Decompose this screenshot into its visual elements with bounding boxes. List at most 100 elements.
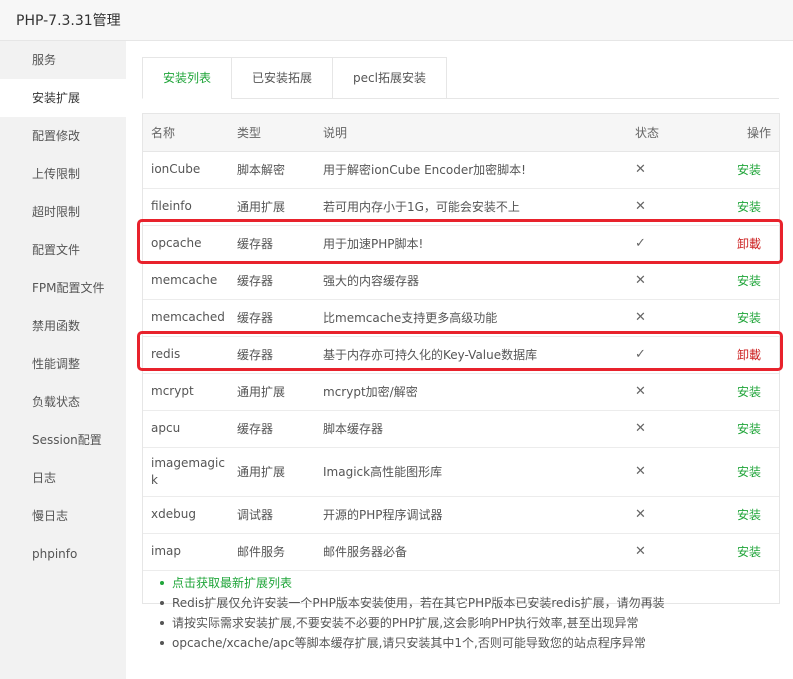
not-installed-icon: ✕ xyxy=(635,496,715,534)
ext-name: ionCube xyxy=(143,151,229,189)
notes-list: 点击获取最新扩展列表 Redis扩展仅允许安装一个PHP版本安装使用，若在其它P… xyxy=(160,573,780,653)
ext-desc: 开源的PHP程序调试器 xyxy=(315,496,635,534)
not-installed-icon: ✕ xyxy=(635,447,715,497)
ext-type: 缓存器 xyxy=(229,262,315,300)
install-button[interactable]: 安装 xyxy=(737,200,761,214)
ext-name: redis xyxy=(143,336,229,374)
sidebar-item-disabled-functions[interactable]: 禁用函数 xyxy=(0,307,126,345)
ext-desc: 邮件服务器必备 xyxy=(315,533,635,571)
not-installed-icon: ✕ xyxy=(635,533,715,571)
table-row: fileinfo 通用扩展 若可用内存小于1G，可能会安装不上 ✕ 安装 xyxy=(143,188,779,226)
uninstall-button[interactable]: 卸載 xyxy=(737,348,761,362)
ext-type: 缓存器 xyxy=(229,410,315,448)
sidebar-item-load-status[interactable]: 负载状态 xyxy=(0,383,126,421)
ext-type: 邮件服务 xyxy=(229,533,315,571)
ext-desc: 若可用内存小于1G，可能会安装不上 xyxy=(315,188,635,226)
install-button[interactable]: 安装 xyxy=(737,274,761,288)
ext-name: memcache xyxy=(143,262,229,300)
install-button[interactable]: 安装 xyxy=(737,545,761,559)
ext-desc: mcrypt加密/解密 xyxy=(315,373,635,411)
table-row: imap 邮件服务 邮件服务器必备 ✕ 安装 xyxy=(143,533,779,571)
extension-table: 名称 类型 说明 状态 操作 ionCube 脚本解密 用于解密ionCube … xyxy=(143,114,779,571)
sidebar: 服务 安装扩展 配置修改 上传限制 超时限制 配置文件 FPM配置文件 禁用函数… xyxy=(0,41,126,679)
ext-desc: 脚本缓存器 xyxy=(315,410,635,448)
install-button[interactable]: 安装 xyxy=(737,508,761,522)
install-button[interactable]: 安装 xyxy=(737,385,761,399)
note-item: 请按实际需求安装扩展,不要安装不必要的PHP扩展,这会影响PHP执行效率,甚至出… xyxy=(160,613,780,633)
sidebar-item-config-edit[interactable]: 配置修改 xyxy=(0,117,126,155)
ext-name: opcache xyxy=(143,225,229,263)
sidebar-item-service[interactable]: 服务 xyxy=(0,41,126,79)
install-button[interactable]: 安装 xyxy=(737,163,761,177)
install-button[interactable]: 安装 xyxy=(737,422,761,436)
table-row: mcrypt 通用扩展 mcrypt加密/解密 ✕ 安装 xyxy=(143,373,779,411)
tab-bar: 安装列表 已安装拓展 pecl拓展安装 xyxy=(142,57,447,99)
uninstall-button[interactable]: 卸載 xyxy=(737,237,761,251)
tab-installed-extensions[interactable]: 已安装拓展 xyxy=(231,57,333,99)
ext-desc: 比memcache支持更多高级功能 xyxy=(315,299,635,337)
install-button[interactable]: 安装 xyxy=(737,311,761,325)
ext-type: 缓存器 xyxy=(229,225,315,263)
installed-check-icon: ✓ xyxy=(635,225,715,263)
ext-desc: 用于解密ionCube Encoder加密脚本! xyxy=(315,151,635,189)
tab-pecl-install[interactable]: pecl拓展安装 xyxy=(332,57,447,99)
header-desc: 说明 xyxy=(315,114,635,152)
ext-type: 调试器 xyxy=(229,496,315,534)
ext-type: 通用扩展 xyxy=(229,373,315,411)
ext-type: 脚本解密 xyxy=(229,151,315,189)
table-row: redis 缓存器 基于内存亦可持久化的Key-Value数据库 ✓ 卸載 xyxy=(143,336,779,374)
ext-desc: 强大的内容缓存器 xyxy=(315,262,635,300)
ext-name: imap xyxy=(143,533,229,571)
sidebar-item-slow-log[interactable]: 慢日志 xyxy=(0,497,126,535)
header-type: 类型 xyxy=(229,114,315,152)
ext-desc: 基于内存亦可持久化的Key-Value数据库 xyxy=(315,336,635,374)
table-row: memcache 缓存器 强大的内容缓存器 ✕ 安装 xyxy=(143,262,779,300)
extension-table-container[interactable]: 名称 类型 说明 状态 操作 ionCube 脚本解密 用于解密ionCube … xyxy=(142,113,780,604)
ext-name: xdebug xyxy=(143,496,229,534)
title-bar: PHP-7.3.31管理 xyxy=(0,0,793,41)
header-op: 操作 xyxy=(715,114,779,152)
not-installed-icon: ✕ xyxy=(635,373,715,411)
tab-install-list[interactable]: 安装列表 xyxy=(142,57,232,99)
sidebar-item-log[interactable]: 日志 xyxy=(0,459,126,497)
sidebar-item-install-extensions[interactable]: 安装扩展 xyxy=(0,79,126,117)
not-installed-icon: ✕ xyxy=(635,262,715,300)
window-title: PHP-7.3.31管理 xyxy=(16,13,121,29)
main-panel: 安装列表 已安装拓展 pecl拓展安装 名称 类型 说明 状态 操作 ionCu… xyxy=(126,41,793,679)
header-status: 状态 xyxy=(635,114,715,152)
fetch-extension-list-link[interactable]: 点击获取最新扩展列表 xyxy=(160,573,780,593)
ext-name: apcu xyxy=(143,410,229,448)
ext-type: 缓存器 xyxy=(229,299,315,337)
table-row: apcu 缓存器 脚本缓存器 ✕ 安装 xyxy=(143,410,779,448)
ext-name: fileinfo xyxy=(143,188,229,226)
ext-name: mcrypt xyxy=(143,373,229,411)
not-installed-icon: ✕ xyxy=(635,299,715,337)
ext-name: memcached xyxy=(143,299,229,337)
header-name: 名称 xyxy=(143,114,229,152)
install-button[interactable]: 安装 xyxy=(737,465,761,479)
not-installed-icon: ✕ xyxy=(635,151,715,189)
ext-desc: 用于加速PHP脚本! xyxy=(315,225,635,263)
table-header-row: 名称 类型 说明 状态 操作 xyxy=(143,114,779,152)
note-item: Redis扩展仅允许安装一个PHP版本安装使用，若在其它PHP版本已安装redi… xyxy=(160,593,780,613)
table-row: xdebug 调试器 开源的PHP程序调试器 ✕ 安装 xyxy=(143,496,779,534)
not-installed-icon: ✕ xyxy=(635,188,715,226)
installed-check-icon: ✓ xyxy=(635,336,715,374)
sidebar-item-upload-limit[interactable]: 上传限制 xyxy=(0,155,126,193)
ext-type: 通用扩展 xyxy=(229,188,315,226)
sidebar-item-session-config[interactable]: Session配置 xyxy=(0,421,126,459)
table-row: memcached 缓存器 比memcache支持更多高级功能 ✕ 安装 xyxy=(143,299,779,337)
note-item: opcache/xcache/apc等脚本缓存扩展,请只安装其中1个,否则可能导… xyxy=(160,633,780,653)
ext-desc: Imagick高性能图形库 xyxy=(315,447,635,497)
ext-type: 通用扩展 xyxy=(229,447,315,497)
sidebar-item-performance[interactable]: 性能调整 xyxy=(0,345,126,383)
table-row: opcache 缓存器 用于加速PHP脚本! ✓ 卸載 xyxy=(143,225,779,263)
sidebar-item-timeout-limit[interactable]: 超时限制 xyxy=(0,193,126,231)
not-installed-icon: ✕ xyxy=(635,410,715,448)
sidebar-item-config-file[interactable]: 配置文件 xyxy=(0,231,126,269)
ext-name: imagemagick xyxy=(143,447,229,497)
sidebar-item-fpm-config[interactable]: FPM配置文件 xyxy=(0,269,126,307)
sidebar-item-phpinfo[interactable]: phpinfo xyxy=(0,535,126,573)
table-row: imagemagick 通用扩展 Imagick高性能图形库 ✕ 安装 xyxy=(143,447,779,497)
ext-type: 缓存器 xyxy=(229,336,315,374)
